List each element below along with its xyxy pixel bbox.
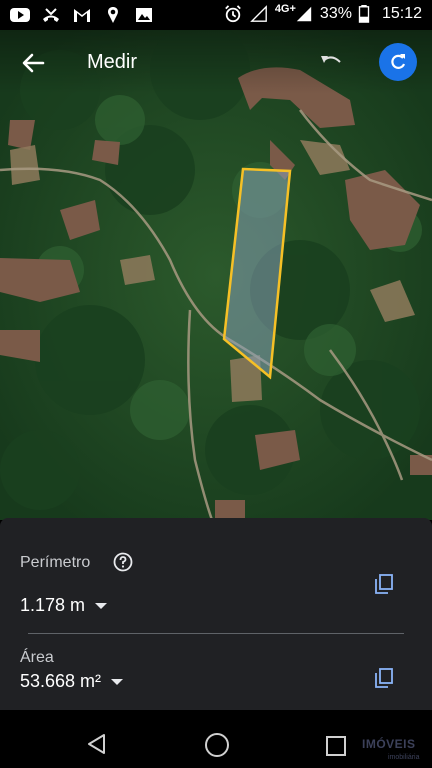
watermark-sub: imobiliária — [388, 754, 420, 761]
chevron-down-icon — [111, 678, 124, 685]
nav-recents-icon[interactable] — [326, 736, 346, 756]
satellite-imagery — [0, 30, 432, 520]
missed-call-icon — [43, 8, 59, 22]
youtube-icon — [10, 8, 30, 22]
help-icon[interactable] — [113, 552, 133, 572]
area-label: Área — [20, 649, 54, 666]
nav-home-icon[interactable] — [205, 733, 229, 757]
app-bar: Medir — [0, 30, 432, 94]
battery-icon — [358, 5, 370, 23]
battery-percent: 33% — [319, 5, 352, 22]
clock: 15:12 — [381, 5, 422, 22]
gmail-icon — [74, 9, 90, 22]
watermark: IMÓVEIS — [362, 737, 416, 751]
refresh-button[interactable] — [379, 43, 417, 81]
area-value: 53.668 m² — [20, 671, 102, 691]
status-bar: 4G+ 33% 15:12 — [0, 0, 432, 30]
copy-icon[interactable] — [375, 574, 393, 594]
divider — [28, 633, 404, 634]
perimeter-label: Perímetro — [20, 554, 91, 571]
copy-icon[interactable] — [375, 668, 393, 688]
undo-icon[interactable] — [318, 50, 346, 74]
alarm-icon — [224, 5, 241, 23]
image-icon — [136, 8, 152, 22]
notification-icons — [10, 6, 154, 24]
page-title: Medir — [87, 51, 138, 73]
arrow-left-icon[interactable] — [18, 48, 48, 78]
measurement-sheet: Perímetro 1.178 m Área 53.668 m² — [0, 518, 432, 710]
nav-back-icon[interactable] — [86, 733, 108, 755]
system-icons: 4G+ 33% 15:12 — [223, 3, 422, 23]
perimeter-value: 1.178 m — [20, 595, 86, 615]
refresh-icon — [391, 54, 406, 69]
signal-empty-icon — [249, 5, 267, 22]
signal-full-icon — [296, 6, 312, 22]
system-nav-bar: IMÓVEIS imobiliária — [0, 710, 432, 768]
area-value-dropdown[interactable]: 53.668 m² — [20, 671, 124, 692]
perimeter-value-dropdown[interactable]: 1.178 m — [20, 595, 108, 616]
location-icon — [108, 7, 118, 23]
satellite-map[interactable] — [0, 30, 432, 520]
chevron-down-icon — [95, 602, 108, 609]
network-type: 4G+ — [274, 3, 296, 15]
